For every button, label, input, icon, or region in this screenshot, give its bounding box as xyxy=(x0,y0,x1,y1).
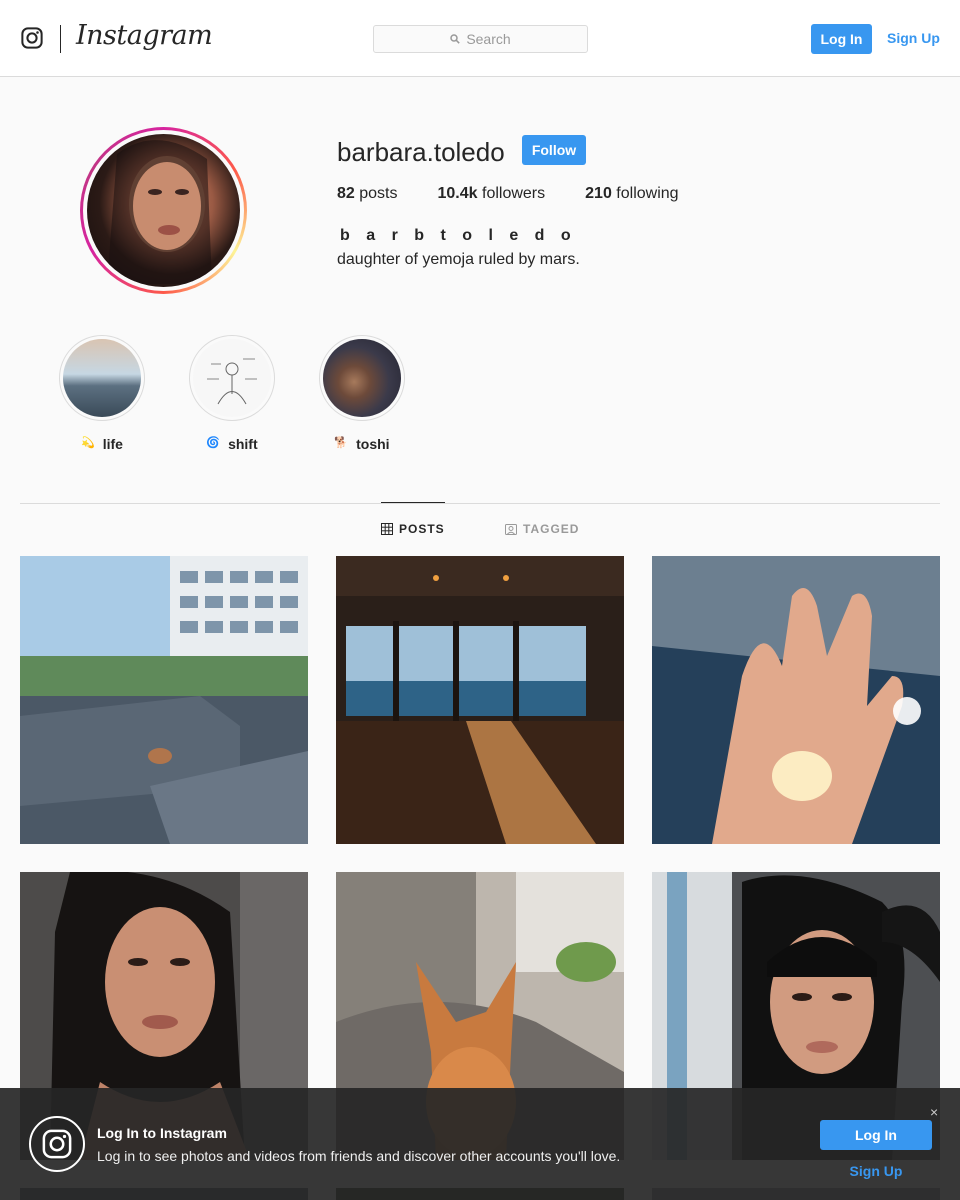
highlight-life-label: life xyxy=(102,436,123,452)
tagged-icon xyxy=(505,524,517,535)
following-count: 210 xyxy=(585,185,612,202)
followers-label: followers xyxy=(482,185,546,202)
highlight-life[interactable]: 💫 life xyxy=(59,335,145,452)
banner-signup-link[interactable]: Sign Up xyxy=(820,1163,932,1179)
highlight-shift-label: shift xyxy=(228,436,258,452)
highlight-toshi-cover xyxy=(323,339,401,417)
following-stat[interactable]: 210 following xyxy=(585,185,678,203)
header-divider xyxy=(60,25,61,53)
post-thumbnail[interactable] xyxy=(652,556,940,844)
tab-tagged[interactable]: TAGGED xyxy=(505,522,579,536)
highlight-shift[interactable]: 🌀 shift xyxy=(189,335,275,452)
highlight-toshi[interactable]: 🐕 toshi xyxy=(319,335,405,452)
highlight-life-cover xyxy=(63,339,141,417)
tab-tagged-label: TAGGED xyxy=(523,522,580,536)
tabs-divider xyxy=(20,503,940,504)
close-icon[interactable]: × xyxy=(930,1104,938,1120)
banner-title: Log In to Instagram xyxy=(97,1125,227,1141)
profile-avatar[interactable] xyxy=(80,127,247,294)
tab-posts[interactable]: POSTS xyxy=(381,522,445,536)
followers-stat[interactable]: 10.4k followers xyxy=(438,185,546,203)
login-button[interactable]: Log In xyxy=(811,24,872,54)
profile-full-name: b a r b t o l e d o xyxy=(340,227,577,244)
active-tab-indicator xyxy=(381,502,445,503)
posts-count: 82 xyxy=(337,185,355,202)
posts-label: posts xyxy=(359,185,398,202)
post-thumbnail[interactable] xyxy=(20,556,308,844)
profile-username: barbara.toledo xyxy=(337,137,505,167)
banner-login-button[interactable]: Log In xyxy=(820,1120,932,1150)
login-prompt-banner: Log In to Instagram Log in to see photos… xyxy=(0,1088,960,1200)
instagram-logo-icon xyxy=(29,1116,85,1172)
profile-bio: daughter of yemoja ruled by mars. xyxy=(337,251,580,268)
follow-button[interactable]: Follow xyxy=(522,135,586,165)
highlight-toshi-emoji: 🐕 xyxy=(334,437,349,449)
instagram-glyph-icon[interactable] xyxy=(21,27,43,49)
following-label: following xyxy=(616,185,679,202)
posts-stat: 82 posts xyxy=(337,185,398,203)
instagram-wordmark-logo[interactable]: Instagram xyxy=(76,20,213,51)
signup-link[interactable]: Sign Up xyxy=(887,30,940,46)
search-input[interactable]: Search xyxy=(373,25,588,53)
highlight-shift-cover xyxy=(193,339,271,417)
banner-description: Log in to see photos and videos from fri… xyxy=(97,1148,621,1164)
profile-picture xyxy=(87,134,240,287)
search-icon xyxy=(450,34,461,44)
search-placeholder: Search xyxy=(466,31,511,47)
post-thumbnail[interactable] xyxy=(336,556,624,844)
highlight-life-emoji: 💫 xyxy=(81,437,95,449)
highlight-toshi-label: toshi xyxy=(356,436,390,452)
followers-count: 10.4k xyxy=(437,185,478,202)
highlight-shift-emoji: 🌀 xyxy=(206,437,221,449)
tab-posts-label: POSTS xyxy=(399,522,445,536)
top-navigation-bar: Instagram Search Log In Sign Up xyxy=(0,0,960,77)
grid-icon xyxy=(381,523,393,535)
profile-stats: 82 posts 10.4k followers 210 following xyxy=(337,185,719,203)
